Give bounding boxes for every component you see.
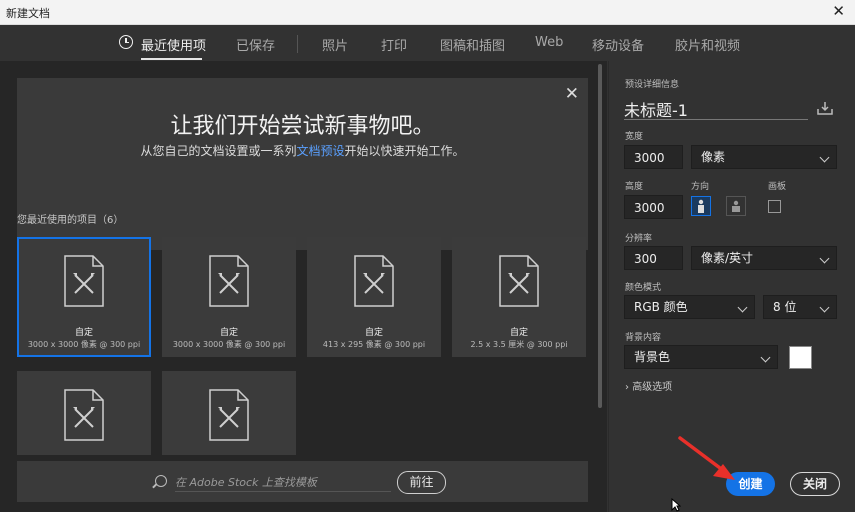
document-presets-link[interactable]: 文档预设 <box>296 144 344 158</box>
recent-item-card[interactable] <box>17 371 151 455</box>
tab-saved[interactable]: 已保存 <box>236 35 275 54</box>
recent-item-name: 自定 <box>74 328 93 338</box>
background-contents-select[interactable]: 背景色 <box>624 345 778 369</box>
orientation-label: 方向 <box>691 182 710 192</box>
bit-depth-select[interactable]: 8 位 <box>763 295 837 319</box>
go-button[interactable]: 前往 <box>397 471 446 494</box>
tab-recent[interactable]: 最近使用项 <box>141 35 206 54</box>
search-icon <box>155 475 167 487</box>
recent-item-card[interactable] <box>162 371 296 455</box>
background-color-swatch[interactable] <box>789 346 812 369</box>
advanced-options-label: 高级选项 <box>632 382 673 393</box>
recent-item-card[interactable]: 自定 3000 x 3000 像素 @ 300 ppi <box>17 237 151 357</box>
tab-print[interactable]: 打印 <box>381 35 407 54</box>
width-unit-select[interactable]: 像素 <box>691 145 837 169</box>
color-mode-label: 颜色模式 <box>625 283 662 293</box>
width-unit-value: 像素 <box>701 150 726 164</box>
chevron-down-icon <box>819 302 830 313</box>
stock-search-bar: 前往 <box>17 461 588 502</box>
resolution-input[interactable]: 300 <box>624 246 683 270</box>
document-icon <box>209 389 249 441</box>
banner-subtitle: 从您自己的文档设置或一系列文档预设开始以快速开始工作。 <box>17 142 588 159</box>
document-icon <box>354 255 394 307</box>
tab-art-illustration[interactable]: 图稿和插图 <box>440 35 505 54</box>
resolution-unit-select[interactable]: 像素/英寸 <box>691 246 837 270</box>
preset-details-label: 预设详细信息 <box>625 80 680 90</box>
advanced-options-toggle[interactable]: › 高级选项 <box>625 378 672 393</box>
banner-subtitle-text-end: 开始以快速开始工作。 <box>344 144 465 158</box>
recent-item-size: 3000 x 3000 像素 @ 300 ppi <box>172 340 286 349</box>
banner-close-icon[interactable]: ✕ <box>565 84 579 104</box>
width-label: 宽度 <box>625 132 644 142</box>
recent-item-card[interactable]: 自定 3000 x 3000 像素 @ 300 ppi <box>162 237 296 357</box>
recent-items-label: 您最近使用的项目（6） <box>17 215 124 226</box>
document-icon <box>64 255 104 307</box>
save-preset-icon[interactable] <box>817 101 833 115</box>
recent-item-size: 3000 x 3000 像素 @ 300 ppi <box>27 340 141 349</box>
chevron-down-icon <box>819 152 830 163</box>
category-tabs: 最近使用项 已保存 照片 打印 图稿和插图 Web 移动设备 胶片和视频 <box>0 25 855 61</box>
document-name-field[interactable]: 未标题-1 <box>624 97 808 120</box>
color-mode-value: RGB 颜色 <box>634 300 688 314</box>
document-icon <box>64 389 104 441</box>
recent-item-name: 自定 <box>509 328 528 338</box>
banner-subtitle-text: 从您自己的文档设置或一系列 <box>140 144 297 158</box>
recent-content: ✕ 让我们开始尝试新事物吧。 从您自己的文档设置或一系列文档预设开始以快速开始工… <box>0 61 607 512</box>
stock-search-input[interactable] <box>175 473 391 492</box>
recent-item-name: 自定 <box>364 328 383 338</box>
recent-item-name: 自定 <box>219 328 238 338</box>
recent-scrollbar[interactable] <box>598 64 602 408</box>
recent-item-size: 413 x 295 像素 @ 300 ppi <box>322 340 426 349</box>
resolution-label: 分辨率 <box>625 234 653 244</box>
background-contents-value: 背景色 <box>634 350 671 364</box>
chevron-down-icon <box>760 352 771 363</box>
active-tab-indicator <box>141 58 202 60</box>
height-input[interactable]: 3000 <box>624 195 683 219</box>
tab-film-video[interactable]: 胶片和视频 <box>675 35 740 54</box>
mouse-cursor-icon <box>671 498 681 512</box>
landscape-orientation-button[interactable] <box>726 196 746 216</box>
tab-web[interactable]: Web <box>535 35 563 50</box>
banner-title: 让我们开始尝试新事物吧。 <box>170 114 435 139</box>
portrait-orientation-button[interactable] <box>691 196 711 216</box>
window-title: 新建文档 <box>6 7 50 20</box>
portrait-icon <box>698 199 704 213</box>
artboard-label: 画板 <box>768 182 787 192</box>
recent-item-card[interactable]: 自定 2.5 x 3.5 厘米 @ 300 ppi <box>452 237 586 357</box>
create-button[interactable]: 创建 <box>726 472 775 496</box>
recent-item-size: 2.5 x 3.5 厘米 @ 300 ppi <box>470 340 568 349</box>
chevron-right-icon: › <box>625 382 629 393</box>
artboard-checkbox[interactable] <box>768 200 781 213</box>
document-icon <box>499 255 539 307</box>
background-contents-label: 背景内容 <box>625 333 662 343</box>
tab-mobile[interactable]: 移动设备 <box>592 35 644 54</box>
window-close-icon[interactable]: ✕ <box>832 3 845 19</box>
document-icon <box>209 255 249 307</box>
preset-details-panel: 预设详细信息 未标题-1 宽度 3000 像素 高度 方向 画板 3000 分辨… <box>608 61 855 512</box>
width-input[interactable]: 3000 <box>624 145 683 169</box>
clock-icon <box>119 35 133 49</box>
bit-depth-value: 8 位 <box>773 300 797 314</box>
chevron-down-icon <box>819 253 830 264</box>
height-label: 高度 <box>625 182 644 192</box>
landscape-icon <box>732 200 740 212</box>
window-titlebar: 新建文档 ✕ <box>0 0 855 25</box>
tab-divider <box>297 35 298 53</box>
close-button[interactable]: 关闭 <box>790 472 840 496</box>
resolution-unit-value: 像素/英寸 <box>701 251 754 265</box>
color-mode-select[interactable]: RGB 颜色 <box>624 295 755 319</box>
chevron-down-icon <box>737 302 748 313</box>
tab-photo[interactable]: 照片 <box>322 35 348 54</box>
recent-item-card[interactable]: 自定 413 x 295 像素 @ 300 ppi <box>307 237 441 357</box>
